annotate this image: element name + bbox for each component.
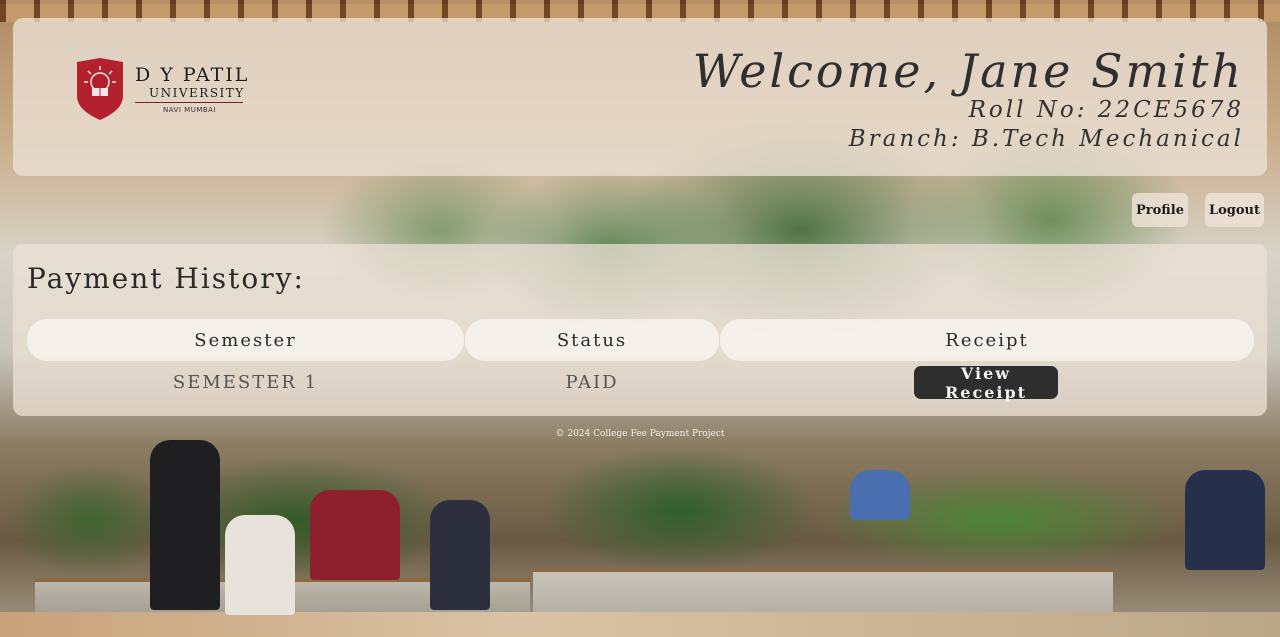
university-logo: D Y PATIL UNIVERSITY NAVI MUMBAI (77, 58, 247, 122)
background-floor (0, 612, 1280, 637)
background-person (225, 515, 295, 615)
roll-number: Roll No: 22CE5678 (968, 97, 1244, 123)
column-header-receipt: Receipt (720, 319, 1254, 361)
logo-divider (135, 102, 243, 103)
background-person (150, 440, 220, 610)
footer-copyright: © 2024 College Fee Payment Project (555, 429, 725, 439)
status-cell: PAID (565, 371, 619, 393)
view-receipt-button[interactable]: View Receipt (914, 364, 1058, 402)
column-header-status: Status (465, 319, 719, 361)
background-person (310, 490, 400, 580)
logo-subtitle: UNIVERSITY (149, 86, 245, 100)
background-person (850, 470, 910, 520)
logo-location: NAVI MUMBAI (163, 106, 217, 114)
logo-name: D Y PATIL (135, 64, 250, 86)
semester-cell: SEMESTER 1 (172, 371, 319, 393)
profile-button[interactable]: Profile (1132, 193, 1188, 227)
background-person (1185, 470, 1265, 570)
welcome-heading: Welcome, Jane Smith (692, 44, 1244, 98)
column-header-semester: Semester (27, 319, 464, 361)
background-person (430, 500, 490, 610)
payment-history-title: Payment History: (27, 262, 305, 295)
shield-icon (77, 58, 123, 120)
branch-info: Branch: B.Tech Mechanical (848, 126, 1244, 152)
payment-history-panel: Payment History: Semester Status Receipt… (13, 244, 1267, 416)
logout-button[interactable]: Logout (1205, 193, 1264, 227)
